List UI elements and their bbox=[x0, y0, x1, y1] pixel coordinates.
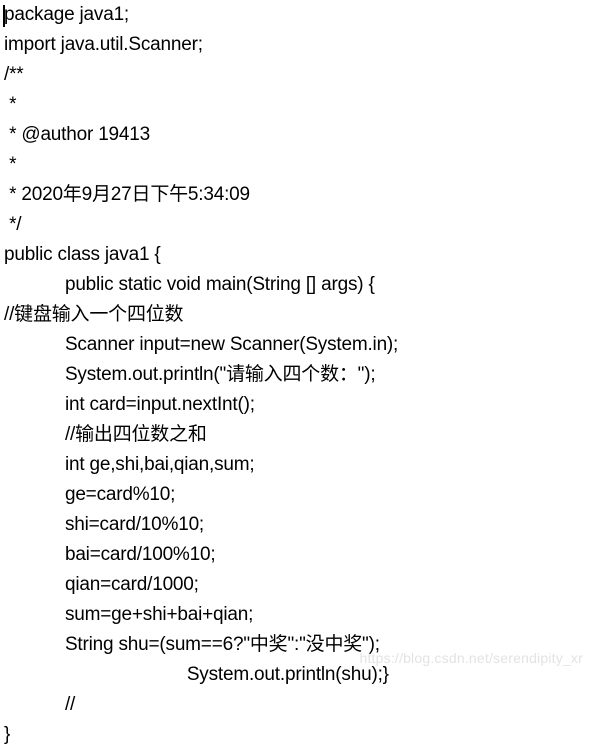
code-line-text: * bbox=[4, 154, 22, 175]
code-line-text: //输出四位数之和 bbox=[4, 424, 207, 445]
code-line[interactable]: shi=card/10%10; bbox=[0, 510, 591, 540]
code-line-text: int card=input.nextInt(); bbox=[4, 394, 255, 415]
code-line-text: qian=card/1000; bbox=[4, 574, 199, 595]
code-line-text: sum=ge+shi+bai+qian; bbox=[4, 604, 254, 625]
code-line-text: //键盘输入一个四位数 bbox=[4, 304, 184, 325]
code-line-text: /** bbox=[4, 64, 24, 85]
code-line[interactable]: * bbox=[0, 150, 591, 180]
code-line[interactable]: } bbox=[0, 720, 591, 750]
code-line-text: * bbox=[4, 94, 22, 115]
code-line[interactable]: public class java1 { bbox=[0, 240, 591, 270]
code-line[interactable]: public static void main(String [] args) … bbox=[0, 270, 591, 300]
code-line[interactable]: */ bbox=[0, 210, 591, 240]
code-line[interactable]: int card=input.nextInt(); bbox=[0, 390, 591, 420]
code-line[interactable]: qian=card/1000; bbox=[0, 570, 591, 600]
code-line[interactable]: Scanner input=new Scanner(System.in); bbox=[0, 330, 591, 360]
code-line-text: import java.util.Scanner; bbox=[4, 34, 203, 55]
code-line-text: String shu=(sum==6?"中奖":"没中奖"); bbox=[4, 634, 380, 655]
code-line-text: public static void main(String [] args) … bbox=[4, 274, 375, 295]
code-line-text: public class java1 { bbox=[4, 244, 161, 265]
code-line[interactable]: * bbox=[0, 90, 591, 120]
code-line[interactable]: //键盘输入一个四位数 bbox=[0, 300, 591, 330]
code-line[interactable]: sum=ge+shi+bai+qian; bbox=[0, 600, 591, 630]
code-line[interactable]: /** bbox=[0, 60, 591, 90]
code-line-text: System.out.println("请输入四个数："); bbox=[4, 364, 376, 385]
code-line-text: ge=card%10; bbox=[4, 484, 176, 505]
code-line-text: } bbox=[4, 724, 11, 745]
code-line[interactable]: System.out.println("请输入四个数："); bbox=[0, 360, 591, 390]
code-line-text: // bbox=[4, 694, 76, 715]
code-line[interactable]: ge=card%10; bbox=[0, 480, 591, 510]
code-line-text: System.out.println(shu);} bbox=[4, 664, 389, 685]
watermark-csdn-url: https://blog.csdn.net/serendipity_xr bbox=[359, 650, 583, 666]
code-line-text: * 2020年9月27日下午5:34:09 bbox=[4, 184, 250, 205]
code-line[interactable]: // bbox=[0, 690, 591, 720]
code-line[interactable]: bai=card/100%10; bbox=[0, 540, 591, 570]
code-line[interactable]: * 2020年9月27日下午5:34:09 bbox=[0, 180, 591, 210]
code-line[interactable]: package java1; bbox=[0, 0, 591, 30]
code-line-list: package java1; import java.util.Scanner; /… bbox=[0, 0, 591, 750]
code-line-text: package java1; bbox=[4, 4, 130, 25]
code-line[interactable]: //输出四位数之和 bbox=[0, 420, 591, 450]
code-line[interactable]: int ge,shi,bai,qian,sum; bbox=[0, 450, 591, 480]
code-line-text: */ bbox=[4, 214, 22, 235]
code-line-text: bai=card/100%10; bbox=[4, 544, 216, 565]
code-line[interactable]: import java.util.Scanner; bbox=[0, 30, 591, 60]
code-line-text: shi=card/10%10; bbox=[4, 514, 205, 535]
code-line-text: Scanner input=new Scanner(System.in); bbox=[4, 334, 399, 355]
code-line[interactable]: * @author 19413 bbox=[0, 120, 591, 150]
code-line-text: * @author 19413 bbox=[4, 124, 151, 145]
code-line-text: int ge,shi,bai,qian,sum; bbox=[4, 454, 255, 475]
code-editor[interactable]: package java1; import java.util.Scanner; /… bbox=[0, 0, 591, 745]
